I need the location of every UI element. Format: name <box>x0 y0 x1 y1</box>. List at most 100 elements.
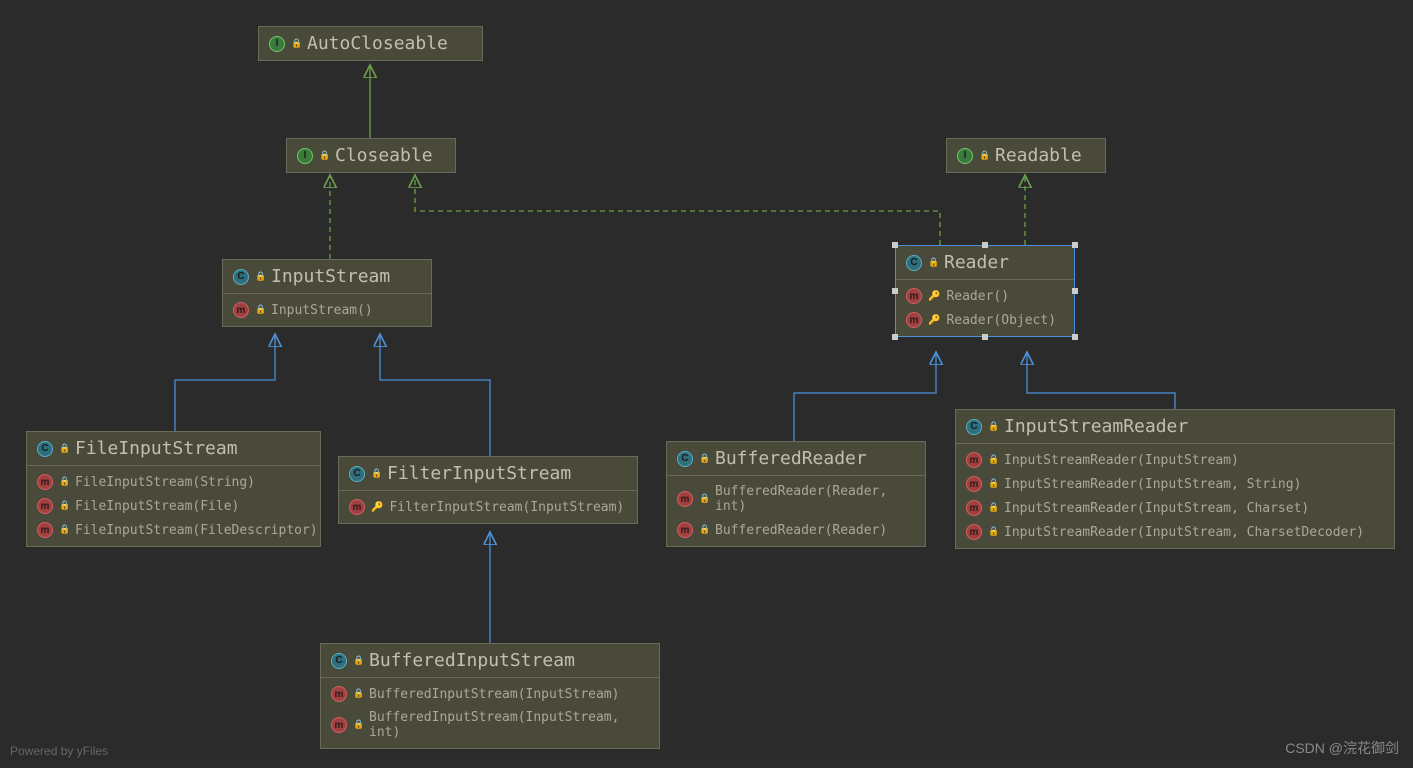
node-autocloseable[interactable]: I 🔒 AutoCloseable <box>258 26 483 61</box>
node-bufferedreader[interactable]: C 🔒 BufferedReader m 🔒 BufferedReader(Read… <box>666 441 926 547</box>
method-icon: m <box>233 302 249 318</box>
node-inputstreamreader[interactable]: C 🔒 InputStreamReader m🔒InputStreamReade… <box>955 409 1395 549</box>
interface-icon: I <box>957 148 973 164</box>
node-readable[interactable]: I 🔒 Readable <box>946 138 1106 173</box>
member-sig: BufferedReader(Reader, int) <box>715 484 915 514</box>
lock-icon: 🔒 <box>699 454 709 464</box>
member-sig: BufferedReader(Reader) <box>715 523 887 538</box>
member-sig: Reader(Object) <box>946 313 1056 328</box>
class-icon: C <box>966 419 982 435</box>
lock-icon: 🔒 <box>988 479 998 489</box>
node-fileinputstream[interactable]: C 🔒 FileInputStream m🔒FileInputStream(St… <box>26 431 321 547</box>
member-row: m 🔑 Reader(Object) <box>896 308 1074 332</box>
method-icon: m <box>906 312 922 328</box>
lock-icon: 🔒 <box>59 501 69 511</box>
node-title: AutoCloseable <box>307 33 448 54</box>
method-icon: m <box>906 288 922 304</box>
class-icon: C <box>331 653 347 669</box>
lock-icon: 🔒 <box>988 422 998 432</box>
lock-icon: 🔒 <box>699 494 709 504</box>
member-sig: InputStream() <box>271 303 373 318</box>
node-reader[interactable]: C 🔒 Reader m 🔑 Reader() m 🔑 Reader(Objec… <box>895 245 1075 337</box>
member-row: m🔒BufferedInputStream(InputStream, int) <box>321 706 659 744</box>
interface-icon: I <box>269 36 285 52</box>
node-filterinputstream[interactable]: C 🔒 FilterInputStream m🔑FilterInputStrea… <box>338 456 638 524</box>
lock-icon: 🔒 <box>255 305 265 315</box>
watermark-left: Powered by yFiles <box>10 744 108 758</box>
lock-icon: 🔒 <box>59 477 69 487</box>
member-row: m 🔒 InputStreamReader(InputStream) <box>956 448 1394 472</box>
member-row: m🔒InputStreamReader(InputStream, String) <box>956 472 1394 496</box>
node-title: InputStream <box>271 266 390 287</box>
lock-icon: 🔒 <box>59 525 69 535</box>
method-icon: m <box>677 522 693 538</box>
member-row: m 🔒 InputStreamReader(InputStream, Charset… <box>956 520 1394 544</box>
lock-icon: 🔒 <box>979 151 989 161</box>
method-icon: m <box>37 474 53 490</box>
member-sig: InputStreamReader(InputStream) <box>1004 453 1239 468</box>
member-sig: FilterInputStream(InputStream) <box>389 500 624 515</box>
lock-icon: 🔒 <box>353 720 363 730</box>
node-title: Readable <box>995 145 1082 166</box>
node-inputstream[interactable]: C 🔒 InputStream m 🔒 InputStream() <box>222 259 432 327</box>
lock-icon: 🔒 <box>988 503 998 513</box>
key-icon: 🔑 <box>928 315 940 326</box>
member-row: m 🔒 InputStream() <box>223 298 431 322</box>
member-row: m 🔒 FileInputStream(String) <box>27 470 320 494</box>
watermark-right: CSDN @浣花御剑 <box>1285 738 1399 758</box>
node-closeable[interactable]: I 🔒 Closeable <box>286 138 456 173</box>
lock-icon: 🔒 <box>928 258 938 268</box>
diagram-edges <box>0 0 1413 768</box>
member-sig: FileInputStream(File) <box>75 499 239 514</box>
method-icon: m <box>966 452 982 468</box>
selection-handle[interactable] <box>982 334 988 340</box>
node-title: Closeable <box>335 145 433 166</box>
class-icon: C <box>906 255 922 271</box>
member-sig: InputStreamReader(InputStream, CharsetDe… <box>1004 525 1364 540</box>
member-sig: FileInputStream(String) <box>75 475 255 490</box>
member-row: m 🔑 Reader() <box>896 284 1074 308</box>
node-title: Reader <box>944 252 1009 273</box>
method-icon: m <box>331 686 347 702</box>
lock-icon: 🔒 <box>59 444 69 454</box>
lock-icon: 🔒 <box>988 527 998 537</box>
selection-handle[interactable] <box>892 242 898 248</box>
selection-handle[interactable] <box>1072 242 1078 248</box>
member-row: m 🔒 BufferedInputStream(InputStream) <box>321 682 659 706</box>
method-icon: m <box>966 500 982 516</box>
member-sig: InputStreamReader(InputStream, Charset) <box>1004 501 1309 516</box>
selection-handle[interactable] <box>892 288 898 294</box>
member-sig: FileInputStream(FileDescriptor) <box>75 523 318 538</box>
lock-icon: 🔒 <box>255 272 265 282</box>
selection-handle[interactable] <box>982 242 988 248</box>
method-icon: m <box>966 524 982 540</box>
selection-handle[interactable] <box>1072 288 1078 294</box>
member-row: m🔒BufferedReader(Reader, int) <box>667 480 925 518</box>
method-icon: m <box>966 476 982 492</box>
method-icon: m <box>349 499 365 515</box>
member-row: m 🔒 InputStreamReader(InputStream, Charset… <box>956 496 1394 520</box>
lock-icon: 🔒 <box>319 151 329 161</box>
lock-icon: 🔒 <box>291 39 301 49</box>
node-title: FilterInputStream <box>387 463 571 484</box>
lock-icon: 🔒 <box>353 656 363 666</box>
selection-handle[interactable] <box>1072 334 1078 340</box>
member-row: m 🔒 FileInputStream(File) <box>27 494 320 518</box>
key-icon: 🔑 <box>371 502 383 513</box>
method-icon: m <box>37 498 53 514</box>
class-icon: C <box>233 269 249 285</box>
lock-icon: 🔒 <box>988 455 998 465</box>
selection-handle[interactable] <box>892 334 898 340</box>
member-sig: Reader() <box>946 289 1009 304</box>
interface-icon: I <box>297 148 313 164</box>
class-icon: C <box>677 451 693 467</box>
member-row: m 🔑 FilterInputStream(InputStream) <box>339 495 637 519</box>
node-title: BufferedReader <box>715 448 867 469</box>
member-sig: BufferedInputStream(InputStream) <box>369 687 619 702</box>
member-row: m 🔒 FileInputStream(FileDescriptor) <box>27 518 320 542</box>
lock-icon: 🔒 <box>699 525 709 535</box>
method-icon: m <box>37 522 53 538</box>
method-icon: m <box>331 717 347 733</box>
node-bufferedinputstream[interactable]: C 🔒 BufferedInputStream m🔒BufferedInputS… <box>320 643 660 749</box>
lock-icon: 🔒 <box>353 689 363 699</box>
